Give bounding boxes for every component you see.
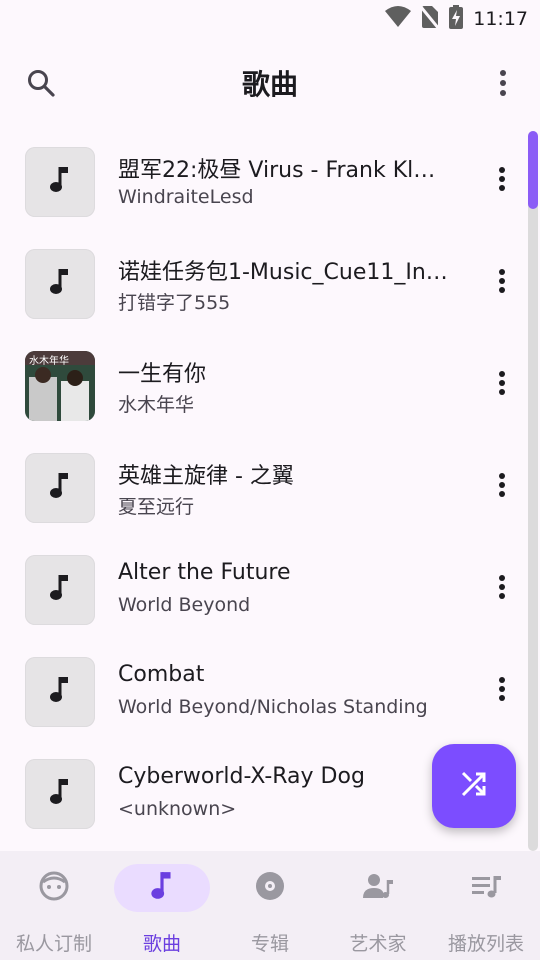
status-icons: 11:17 <box>385 4 528 34</box>
music-note-icon <box>49 777 71 811</box>
song-item[interactable]: 盟军22:极昼 Virus - Frank Klepacki Windraite… <box>0 130 540 232</box>
song-item[interactable]: 英雄主旋律 - 之翼 夏至远行 <box>0 436 540 538</box>
song-artist: 打错字了555 <box>118 292 231 314</box>
nav-icon-container <box>330 864 426 912</box>
song-title: 盟军22:极昼 Virus - Frank Klepacki <box>118 158 448 183</box>
nav-label: 艺术家 <box>349 933 407 955</box>
song-title: Combat <box>118 662 205 687</box>
song-more-button[interactable] <box>484 468 520 506</box>
nav-label: 播放列表 <box>447 933 524 955</box>
more-vert-icon <box>498 268 506 298</box>
more-vert-icon <box>498 166 506 196</box>
more-vert-icon <box>498 69 508 101</box>
song-artist: 夏至远行 <box>118 496 195 518</box>
nav-label: 私人订制 <box>15 933 92 955</box>
song-artist: WindraiteLesd <box>118 186 254 208</box>
page-title: 歌曲 <box>241 68 298 101</box>
album-disc-icon <box>254 870 286 906</box>
wifi-icon <box>385 6 412 32</box>
song-more-button[interactable] <box>484 570 520 608</box>
song-item[interactable]: Combat World Beyond/Nicholas Standing <box>0 640 540 742</box>
shuffle-icon <box>459 769 489 803</box>
nav-label: 专辑 <box>250 933 289 955</box>
nav-icon-container <box>438 864 534 912</box>
song-more-button[interactable] <box>484 264 520 302</box>
music-note-icon <box>49 675 71 709</box>
song-art-placeholder <box>25 453 95 523</box>
song-artist: World Beyond <box>118 594 251 616</box>
bottom-navigation: 私人订制 歌曲 专辑 艺术家 播放列表 <box>0 851 540 960</box>
nav-icon-container <box>222 864 318 912</box>
shuffle-button[interactable] <box>432 744 516 828</box>
nav-item-personal[interactable]: 私人订制 <box>0 851 108 960</box>
no-sim-icon <box>420 5 441 33</box>
song-list[interactable]: 盟军22:极昼 Virus - Frank Klepacki Windraite… <box>0 130 540 850</box>
song-item[interactable]: Alter the Future World Beyond <box>0 538 540 640</box>
song-artist: <unknown> <box>118 798 237 820</box>
music-note-icon <box>49 165 71 199</box>
song-art-placeholder <box>25 249 95 319</box>
song-title: Cyberworld-X-Ray Dog <box>118 764 365 789</box>
song-art-placeholder <box>25 555 95 625</box>
music-note-icon <box>150 870 174 906</box>
song-artist: World Beyond/Nicholas Standing <box>118 696 428 718</box>
song-art-placeholder <box>25 657 95 727</box>
nav-item-playlists[interactable]: 播放列表 <box>432 851 540 960</box>
face-icon <box>38 870 70 906</box>
album-cover: 水木年华 <box>25 351 95 421</box>
song-artist: 水木年华 <box>118 394 195 416</box>
song-more-button[interactable] <box>484 366 520 404</box>
song-art-placeholder <box>25 759 95 829</box>
nav-item-artists[interactable]: 艺术家 <box>324 851 432 960</box>
nav-label: 歌曲 <box>142 933 181 955</box>
music-note-icon <box>49 267 71 301</box>
nav-icon-container <box>114 864 210 912</box>
more-vert-icon <box>498 574 506 604</box>
song-title: 英雄主旋律 - 之翼 <box>118 464 294 489</box>
album-cover-text: 水木年华 <box>29 356 69 367</box>
status-bar: 11:17 <box>0 0 540 38</box>
nav-icon-container <box>6 864 102 912</box>
scrollbar[interactable] <box>528 131 538 851</box>
artist-icon <box>362 870 394 906</box>
more-vert-icon <box>498 676 506 706</box>
song-more-button[interactable] <box>484 162 520 200</box>
music-note-icon <box>49 573 71 607</box>
more-vert-icon <box>498 472 506 502</box>
status-time: 11:17 <box>473 8 528 30</box>
song-item[interactable]: 诺娃任务包1-Music_Cue11_Intro 打错字了555 <box>0 232 540 334</box>
song-art-placeholder <box>25 147 95 217</box>
song-title: 诺娃任务包1-Music_Cue11_Intro <box>118 260 448 285</box>
song-item[interactable]: 水木年华 一生有你 水木年华 <box>0 334 540 436</box>
scroll-thumb[interactable] <box>528 131 538 209</box>
battery-charging-icon <box>449 5 464 33</box>
song-title: 一生有你 <box>118 362 207 387</box>
song-title: Alter the Future <box>118 560 291 585</box>
more-options-button[interactable] <box>482 64 524 106</box>
nav-item-songs[interactable]: 歌曲 <box>108 851 216 960</box>
playlist-icon <box>470 870 502 906</box>
app-bar: 歌曲 <box>0 38 540 130</box>
song-more-button[interactable] <box>484 672 520 710</box>
music-note-icon <box>49 471 71 505</box>
nav-item-albums[interactable]: 专辑 <box>216 851 324 960</box>
more-vert-icon <box>498 370 506 400</box>
